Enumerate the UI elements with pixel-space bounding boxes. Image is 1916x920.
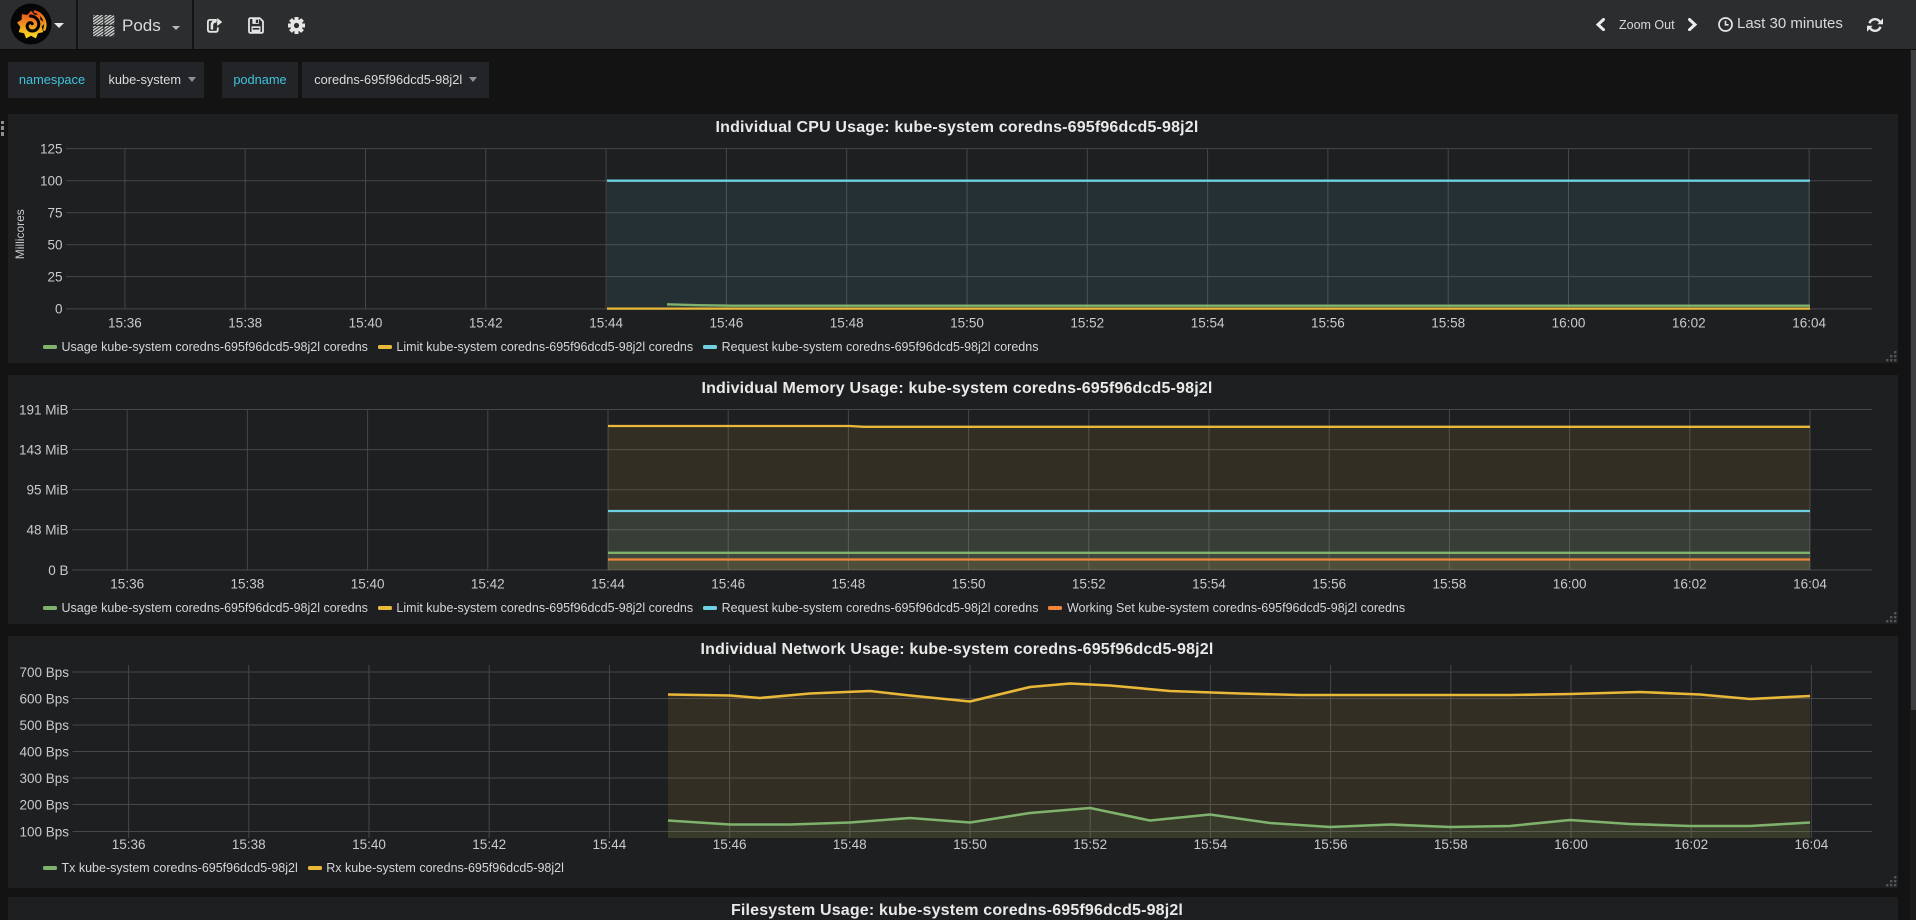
svg-text:75: 75 [47,206,62,221]
svg-text:15:50: 15:50 [952,576,986,591]
svg-text:15:44: 15:44 [593,837,627,852]
svg-text:15:58: 15:58 [1433,576,1467,591]
svg-text:16:00: 16:00 [1552,315,1586,330]
svg-text:15:40: 15:40 [352,837,386,852]
svg-text:125: 125 [40,141,63,156]
svg-text:16:04: 16:04 [1792,315,1826,330]
svg-text:15:42: 15:42 [471,576,505,591]
svg-text:0: 0 [55,302,63,317]
svg-text:15:54: 15:54 [1192,576,1226,591]
svg-text:143 MiB: 143 MiB [19,442,69,457]
svg-text:15:36: 15:36 [112,837,146,852]
svg-text:15:38: 15:38 [231,576,265,591]
svg-text:25: 25 [47,269,62,284]
svg-text:15:36: 15:36 [108,315,142,330]
svg-text:15:40: 15:40 [351,576,385,591]
svg-text:100 Bps: 100 Bps [19,824,69,839]
svg-text:200 Bps: 200 Bps [19,797,69,812]
svg-text:15:58: 15:58 [1434,837,1468,852]
svg-text:100: 100 [40,174,63,189]
svg-text:700 Bps: 700 Bps [19,665,69,680]
svg-text:Millicores: Millicores [13,209,27,259]
svg-text:16:04: 16:04 [1795,837,1829,852]
svg-text:300 Bps: 300 Bps [19,771,69,786]
svg-text:15:38: 15:38 [228,315,262,330]
svg-text:15:48: 15:48 [833,837,867,852]
svg-text:15:56: 15:56 [1314,837,1348,852]
svg-text:16:02: 16:02 [1672,315,1706,330]
svg-text:600 Bps: 600 Bps [19,691,69,706]
svg-text:15:46: 15:46 [711,576,745,591]
svg-text:50: 50 [47,238,62,253]
svg-text:15:52: 15:52 [1073,837,1107,852]
svg-text:15:52: 15:52 [1070,315,1104,330]
svg-text:16:02: 16:02 [1674,837,1708,852]
svg-text:15:48: 15:48 [832,576,866,591]
svg-text:0 B: 0 B [48,563,68,578]
svg-text:191 MiB: 191 MiB [19,402,69,417]
svg-text:500 Bps: 500 Bps [19,718,69,733]
svg-text:16:02: 16:02 [1673,576,1707,591]
svg-text:95 MiB: 95 MiB [26,483,68,498]
svg-text:15:58: 15:58 [1431,315,1465,330]
svg-text:15:46: 15:46 [713,837,747,852]
svg-text:48 MiB: 48 MiB [26,523,68,538]
svg-text:15:44: 15:44 [589,315,623,330]
svg-text:15:56: 15:56 [1312,576,1346,591]
svg-text:15:44: 15:44 [591,576,625,591]
svg-text:15:38: 15:38 [232,837,266,852]
svg-text:400 Bps: 400 Bps [19,744,69,759]
svg-text:15:50: 15:50 [950,315,984,330]
svg-text:15:56: 15:56 [1311,315,1345,330]
svg-text:15:52: 15:52 [1072,576,1106,591]
svg-text:16:04: 16:04 [1793,576,1827,591]
svg-text:16:00: 16:00 [1553,576,1587,591]
svg-text:15:54: 15:54 [1194,837,1228,852]
svg-text:15:42: 15:42 [472,837,506,852]
svg-text:16:00: 16:00 [1554,837,1588,852]
svg-text:15:46: 15:46 [710,315,744,330]
svg-text:15:36: 15:36 [110,576,144,591]
svg-text:15:54: 15:54 [1191,315,1225,330]
svg-text:15:40: 15:40 [349,315,383,330]
svg-text:15:50: 15:50 [953,837,987,852]
svg-text:15:48: 15:48 [830,315,864,330]
svg-text:15:42: 15:42 [469,315,503,330]
